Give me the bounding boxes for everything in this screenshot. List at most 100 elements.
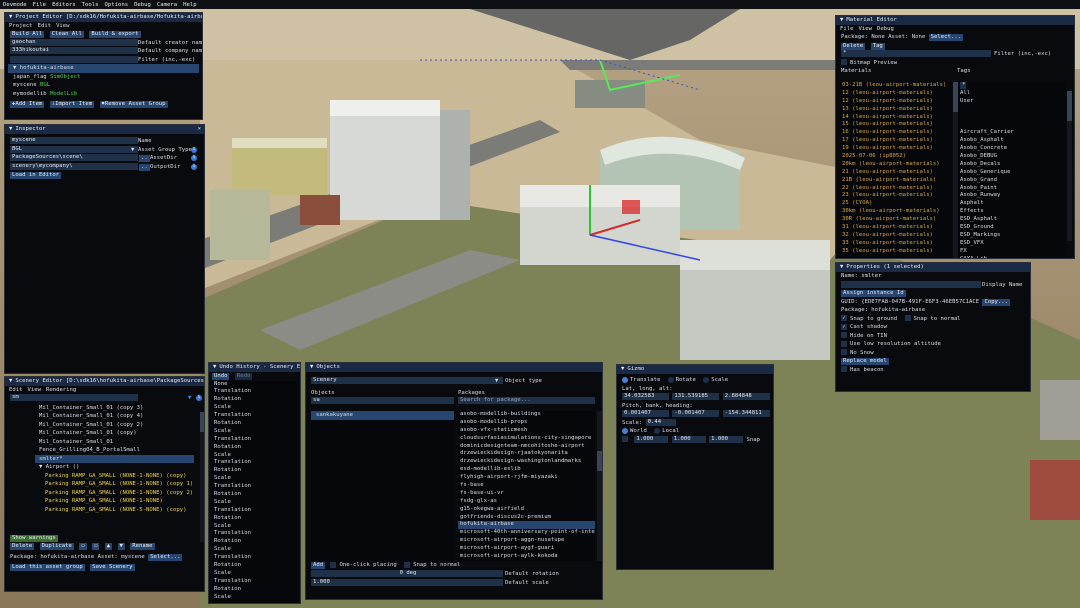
list-item[interactable]: ▼ Airport () — [5, 463, 204, 472]
undo-entry[interactable]: Scale — [212, 546, 297, 554]
menu-help[interactable]: Help — [183, 2, 196, 8]
tag-item[interactable]: ESD_VFX — [958, 240, 1066, 248]
tag-item[interactable]: Asobo_Generique — [958, 169, 1066, 177]
material-item[interactable]: 12 (leou-airport-materials) — [840, 90, 952, 98]
collapse-icon[interactable]: ▼ — [621, 365, 624, 374]
material-item[interactable]: 30km (leou-airport-materials) — [840, 208, 952, 216]
select-button[interactable]: Select... — [928, 34, 963, 41]
undo-entry[interactable]: Translation — [212, 436, 297, 444]
undo-entry[interactable]: Translation — [212, 578, 297, 586]
undo-entry[interactable]: Scale — [212, 594, 297, 602]
menu-project[interactable]: Project — [9, 22, 33, 30]
local-radio[interactable] — [654, 427, 661, 434]
undo-entry[interactable]: Translation — [212, 412, 297, 420]
objects-title-bar[interactable]: ▼ Objects — [306, 363, 602, 372]
tag-item[interactable]: All — [958, 90, 1066, 98]
menu-devmode[interactable]: Devmode — [3, 2, 27, 8]
undo-entry[interactable]: Rotation — [212, 396, 297, 404]
menu-edit[interactable]: Edit — [38, 22, 51, 30]
material-item[interactable]: 2025-07-06 (ip8052) — [840, 153, 952, 161]
filter-input[interactable] — [10, 55, 138, 63]
assign-instance-id-button[interactable]: Assign instance Id — [841, 290, 906, 297]
show-warnings-button[interactable]: Show warnings — [10, 534, 58, 542]
tag-item[interactable]: Asobo_Asphalt — [958, 137, 1066, 145]
scrollbar-thumb[interactable] — [1067, 91, 1072, 121]
tag-item[interactable]: Asphalt — [958, 200, 1066, 208]
object-type-select[interactable]: Scenery — [311, 377, 503, 384]
menu-view[interactable]: View — [858, 25, 871, 33]
folder-open-icon[interactable]: ▭ — [92, 543, 100, 550]
rotate-radio[interactable] — [667, 376, 674, 383]
list-item[interactable]: Parking RAMP_GA_SMALL (NONE-1-NONE) (cop… — [5, 480, 204, 489]
tag-item[interactable] — [958, 121, 1066, 129]
scrollbar-thumb[interactable] — [200, 412, 204, 432]
output-dir-input[interactable]: scenery\mycompany\ — [10, 162, 138, 170]
menu-tools[interactable]: Tools — [82, 2, 99, 8]
undo-entry[interactable]: Scale — [212, 428, 297, 436]
menu-debug[interactable]: Debug — [134, 2, 151, 8]
inspector-title-bar[interactable]: ▼ Inspector × — [5, 125, 204, 134]
undo-history-title-bar[interactable]: ▼ Undo History - Scenery Ed — [209, 363, 300, 372]
scale-radio[interactable] — [703, 376, 710, 383]
tag-filter-input[interactable]: * — [958, 82, 1066, 90]
menu-file[interactable]: File — [840, 25, 853, 33]
undo-entry[interactable]: Rotation — [212, 562, 297, 570]
tree-root-hofukita-airbase[interactable]: ▼ hofukita-airbase — [8, 64, 199, 73]
list-item[interactable]: Mil_Container_Small_01 (copy) — [5, 429, 204, 438]
material-editor-title-bar[interactable]: ▼ Material Editor — [836, 16, 1074, 25]
material-item[interactable]: 17 (leou-airport-materials) — [840, 137, 952, 145]
undo-entry[interactable]: Scale — [212, 475, 297, 483]
package-item[interactable]: asobo-vfx-staticmesh — [458, 427, 595, 435]
move-up-icon[interactable]: ▲ — [104, 543, 113, 550]
snap-x-input[interactable]: 1.000 — [634, 435, 669, 443]
bitmap-preview-checkbox[interactable] — [841, 59, 847, 65]
package-item[interactable]: microsoft-airport-aggn-nusatupe — [458, 537, 595, 545]
undo-entry[interactable]: Translation — [212, 388, 297, 396]
undo-entry[interactable]: Scale — [212, 570, 297, 578]
undo-entry[interactable]: Scale — [212, 452, 297, 460]
undo-entry[interactable]: Scale — [212, 499, 297, 507]
project-editor-title-bar[interactable]: ▼ Project Editor [D:/sdk16/Hofukita-airb… — [5, 13, 202, 22]
move-down-icon[interactable]: ▼ — [117, 543, 125, 550]
tag-item[interactable]: Asobo_Grand — [958, 177, 1066, 185]
list-item[interactable]: Mil_Container_Small_01 (copy 4) — [5, 412, 204, 421]
display-name-input[interactable] — [841, 280, 981, 288]
scrollbar-thumb[interactable] — [597, 451, 602, 471]
browse-button[interactable]: .. — [139, 163, 150, 171]
info-icon[interactable]: i — [191, 146, 197, 153]
undo-entry[interactable]: Scale — [212, 523, 297, 531]
list-item[interactable]: sankakuyane — [311, 411, 454, 420]
longitude-input[interactable]: 131.539185 — [672, 393, 720, 400]
package-item[interactable]: hofukita-airbase — [458, 521, 595, 530]
material-item[interactable]: 20km (leou-airport-materials) — [840, 161, 952, 169]
undo-entry[interactable]: Translation — [212, 483, 297, 491]
tag-item[interactable]: ESD_Markings — [958, 232, 1066, 240]
undo-entry[interactable]: Rotation — [212, 538, 297, 546]
package-item[interactable]: microsoft-40th-anniversary-point-of-inte… — [458, 529, 595, 537]
save-scenery-button[interactable]: Save Scenery — [90, 564, 135, 571]
collapse-icon[interactable]: ▼ — [9, 13, 12, 22]
list-item[interactable]: Parking RAMP_GA_SMALL (NONE-1-NONE) (cop… — [5, 489, 204, 498]
package-search-input[interactable]: Search for package... — [458, 397, 595, 404]
snap-ground-checkbox[interactable]: ✓ — [841, 315, 847, 321]
tag-item[interactable]: FX — [958, 248, 1066, 256]
undo-entry[interactable]: Rotation — [212, 586, 297, 594]
clean-all-button[interactable]: Clean All — [49, 31, 84, 38]
package-item[interactable]: fsdg-glx-as — [458, 498, 595, 506]
tag-filter-field[interactable]: * — [960, 82, 966, 89]
cast-shadow-checkbox[interactable]: ✓ — [841, 323, 847, 330]
undo-entry[interactable]: Rotation — [212, 467, 297, 475]
undo-entry[interactable]: Translation — [212, 459, 297, 467]
scenery-editor-title-bar[interactable]: ▼ Scenery Editor [D:\sdk16\hofukita-airb… — [5, 377, 204, 386]
collapse-icon[interactable]: ▼ — [310, 363, 313, 372]
tree-item-myscene[interactable]: myscene BGL — [5, 81, 202, 90]
tag-item[interactable]: User — [958, 98, 1066, 106]
scenery-scrollbar[interactable] — [200, 412, 204, 542]
tag-button[interactable]: Tag — [870, 42, 885, 50]
material-item[interactable]: 22 (leou-airport-materials) — [840, 185, 952, 193]
tag-item[interactable]: Asobo_Paint — [958, 185, 1066, 193]
list-item[interactable]: Mil_Container_Small_01 (copy 2) — [5, 421, 204, 430]
tree-item-japan-flag[interactable]: japan_flag SimObject — [5, 73, 202, 82]
creator-name-input[interactable]: gaochan — [10, 38, 138, 46]
snap-checkbox[interactable] — [622, 436, 628, 442]
